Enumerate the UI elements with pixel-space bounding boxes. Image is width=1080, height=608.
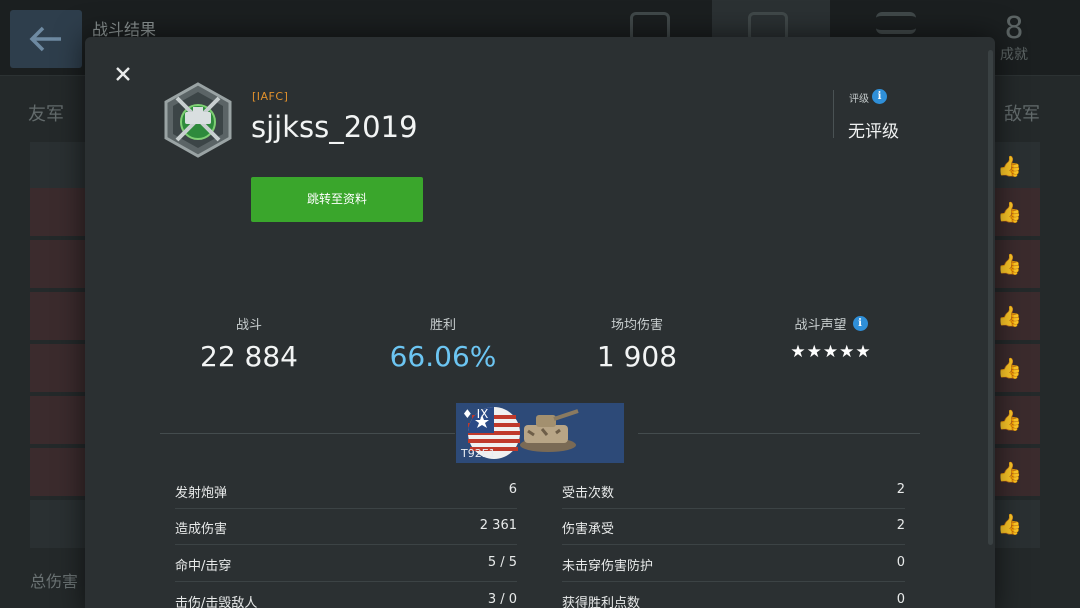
stat-row-label: 未击穿伤害防护 [562,559,654,574]
stat-row-value: 0 [896,555,905,570]
list-tab-icon[interactable] [876,12,916,34]
avg-damage-label: 场均伤害 [610,317,663,333]
battles-value: 22 884 [200,340,298,373]
stat-row-label: 伤害承受 [562,522,615,537]
row-divider [562,581,905,582]
stat-label: 战斗声望 i [736,314,926,333]
allies-label: 友军 [28,104,64,125]
like-icon[interactable]: 👍 [997,252,1022,276]
stat-row-value: 2 361 [479,518,517,533]
stat-row: 获得胜利点数 0 [562,583,905,608]
close-icon [116,67,130,81]
stat-row: 伤害承受 2 [562,509,905,545]
like-icon[interactable]: 👍 [997,154,1022,178]
like-icon[interactable]: 👍 [997,512,1022,536]
enemies-label: 敌军 [1004,104,1040,125]
like-icon[interactable]: 👍 [997,408,1022,432]
reputation-label: 战斗声望 [794,317,847,333]
stat-row-value: 2 [896,518,905,533]
tank-tier: IX [476,407,489,421]
stat-row-value: 3 / 0 [487,592,517,607]
clan-tag: [IAFC] [252,90,289,103]
stat-row: 击伤/击毁敌人 3 / 0 [175,583,517,608]
stat-row: 命中/击穿 5 / 5 [175,546,517,582]
total-damage-label: 总伤害 [30,572,79,591]
tank-card[interactable]: ♦ IX T92E1 [456,403,624,463]
stat-row-label: 击伤/击毁敌人 [175,596,258,608]
stat-label: 场均伤害 [542,314,732,333]
dialog-scrollbar[interactable] [988,50,993,545]
stat-row-value: 6 [508,482,517,497]
achievements-label: 成就 [1000,47,1028,63]
stat-row-label: 获得胜利点数 [562,596,641,608]
like-icon[interactable]: 👍 [997,304,1022,328]
close-button[interactable] [111,62,135,86]
clan-emblem-icon [164,82,232,158]
rating-value: 无评级 [848,122,899,142]
stat-row: 发射炮弹 6 [175,473,517,509]
win-rate-value: 66.06% [389,340,497,373]
stat-win-rate: 胜利 66.06% [348,314,538,374]
go-to-profile-button[interactable]: 跳转至资料 [251,177,423,222]
achievements-tab[interactable]: 8 成就 [1000,14,1028,64]
battles-label: 战斗 [235,317,262,333]
stat-row: 未击穿伤害防护 0 [562,546,905,582]
rating-label: 评级 [849,94,869,105]
like-icon[interactable]: 👍 [997,460,1022,484]
stat-row-label: 命中/击穿 [175,559,232,574]
like-icon[interactable]: 👍 [997,356,1022,380]
stat-row: 受击次数 2 [562,473,905,509]
divider-left [160,433,455,434]
win-rate-label: 胜利 [429,317,456,333]
stat-row-value: 5 / 5 [487,555,517,570]
stat-avg-damage: 场均伤害 1 908 [542,314,732,374]
divider-right [638,433,920,434]
row-divider [562,544,905,545]
row-divider [175,581,517,582]
stat-reputation: 战斗声望 i ★★★★★ [736,314,926,362]
stat-label: 战斗 [154,314,344,333]
back-button[interactable] [10,10,82,68]
stat-row: 造成伤害 2 361 [175,509,517,545]
reputation-info-icon[interactable]: i [852,315,868,331]
stat-row-value: 0 [896,592,905,607]
stat-label: 胜利 [348,314,538,333]
tier-label: ♦ IX [462,407,489,421]
rating-divider [833,90,834,138]
like-icon[interactable]: 👍 [997,200,1022,224]
row-divider [175,544,517,545]
player-name: sjjkss_2019 [251,110,418,144]
avg-damage-value: 1 908 [596,340,678,373]
medal-icon: 8 [1004,11,1024,46]
reputation-stars: ★★★★★ [790,342,872,362]
back-arrow-icon [29,26,61,52]
stat-battles: 战斗 22 884 [154,314,344,374]
stat-row-label: 发射炮弹 [175,486,228,501]
rating-info-icon[interactable]: i [872,89,887,104]
tank-name: T92E1 [461,447,496,460]
stat-row-value: 2 [896,482,905,497]
stat-row-label: 受击次数 [562,486,615,501]
stat-row-label: 造成伤害 [175,522,228,537]
